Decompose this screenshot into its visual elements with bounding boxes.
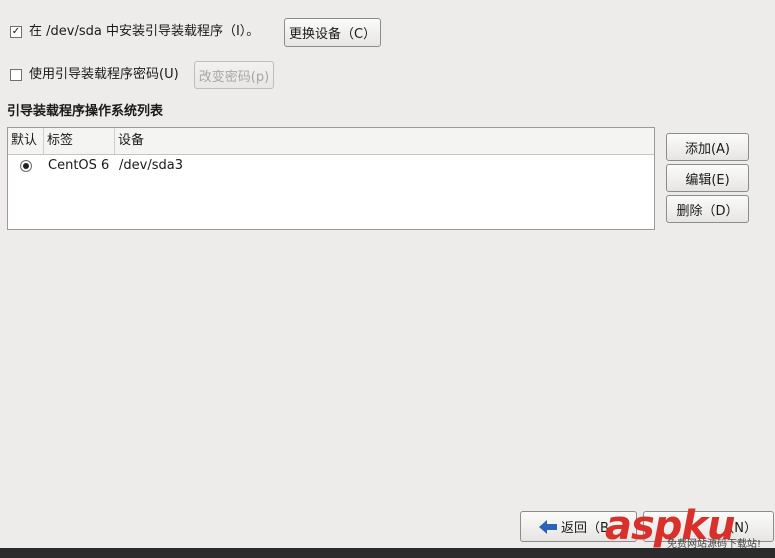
default-radio[interactable] — [20, 160, 32, 172]
install-bootloader-label: 在 /dev/sda 中安装引导装载程序（I）。 — [29, 24, 260, 39]
row-device: /dev/sda3 — [119, 158, 183, 173]
column-header-default[interactable]: 默认 — [8, 128, 44, 154]
change-device-button[interactable]: 更换设备（C） — [284, 18, 381, 47]
column-header-label[interactable]: 标签 — [44, 128, 115, 154]
back-arrow-icon — [539, 519, 557, 534]
table-header: 默认 标签 设备 — [8, 128, 654, 155]
add-button[interactable]: 添加(A) — [666, 133, 749, 161]
os-list-table[interactable]: 默认 标签 设备 CentOS 6 /dev/sda3 — [7, 127, 655, 230]
edit-button[interactable]: 编辑(E) — [666, 164, 749, 192]
bootloader-password-label: 使用引导装载程序密码(U) — [29, 67, 179, 82]
row-label: CentOS 6 — [48, 158, 110, 173]
install-bootloader-checkbox[interactable]: ✓ — [10, 26, 22, 38]
bootloader-password-checkbox[interactable] — [10, 69, 22, 81]
table-row[interactable]: CentOS 6 /dev/sda3 — [8, 155, 654, 177]
back-button-label: 返回（B — [561, 521, 609, 536]
check-mark-icon: ✓ — [11, 26, 21, 37]
os-list-title: 引导装载程序操作系统列表 — [7, 104, 164, 119]
column-header-device[interactable]: 设备 — [115, 128, 654, 154]
delete-button[interactable]: 删除（D） — [666, 195, 749, 223]
change-password-button[interactable]: 改变密码(p) — [194, 61, 274, 89]
bottom-edge — [0, 548, 775, 558]
